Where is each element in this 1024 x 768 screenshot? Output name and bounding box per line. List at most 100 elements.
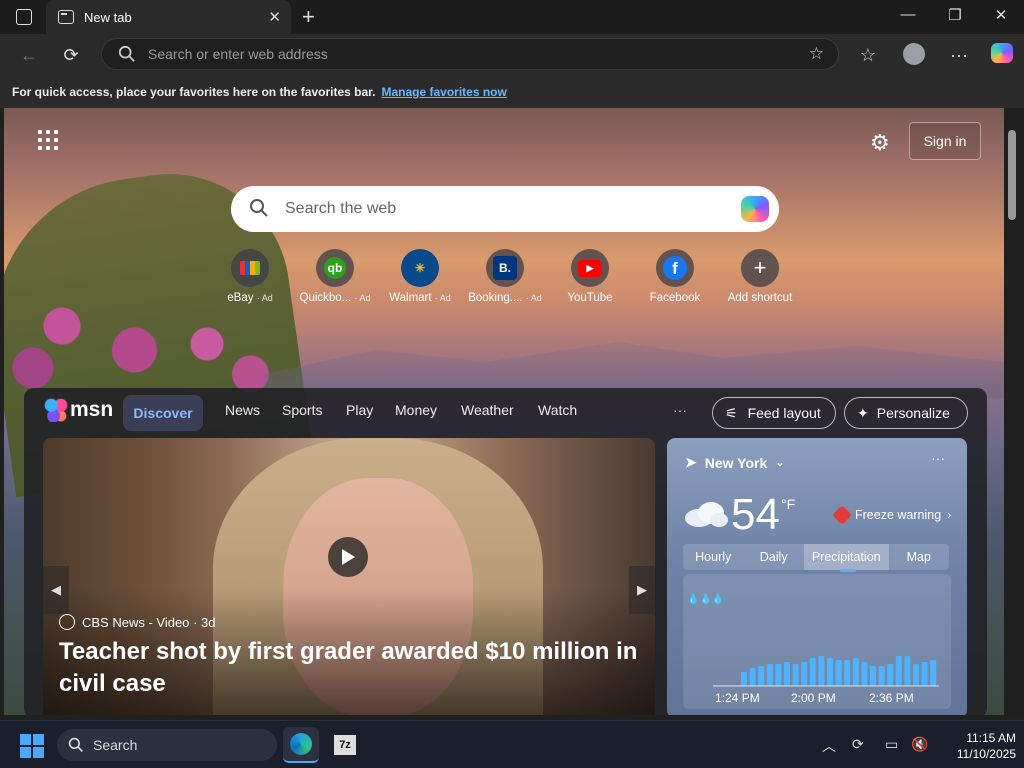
tab-discover[interactable]: Discover	[123, 395, 203, 431]
precip-bar	[758, 666, 765, 686]
favorites-icon[interactable]: ☆	[855, 43, 881, 67]
location-arrow-icon: ➤	[685, 454, 697, 470]
time-label: 1:24 PM	[715, 691, 760, 705]
cloud-icon	[685, 502, 728, 527]
back-icon[interactable]: ←	[16, 43, 42, 67]
booking-icon: B.	[486, 249, 524, 287]
edge-taskbar-icon[interactable]	[283, 727, 319, 763]
copilot-icon[interactable]	[741, 196, 769, 222]
precip-bar	[921, 662, 928, 686]
chevron-right-icon: ›	[947, 508, 952, 522]
tab-new-tab[interactable]: New tab ✕	[46, 0, 291, 34]
tab-actions-icon[interactable]	[16, 9, 32, 25]
shortcut-facebook[interactable]: f Facebook	[635, 249, 715, 304]
tab-watch[interactable]: Watch	[538, 402, 577, 418]
news-headline[interactable]: Teacher shot by first grader awarded $10…	[59, 636, 639, 700]
tab-weather[interactable]: Weather	[461, 402, 514, 418]
shortcut-youtube[interactable]: ▶ YouTube	[550, 249, 630, 304]
precip-bar	[766, 664, 773, 686]
favorite-star-icon[interactable]: ☆	[809, 44, 824, 64]
carousel-prev-icon[interactable]: ◀	[43, 566, 69, 614]
shortcut-walmart[interactable]: ✳ Walmart · Ad	[380, 249, 460, 304]
precip-bar	[930, 660, 937, 686]
apps-launcher-icon[interactable]	[38, 130, 58, 150]
profile-avatar-icon[interactable]	[901, 43, 927, 67]
search-icon	[118, 45, 135, 62]
tab-money[interactable]: Money	[395, 402, 437, 418]
svg-text:💧💧💧: 💧💧💧	[687, 592, 724, 605]
youtube-icon: ▶	[571, 249, 609, 287]
sync-icon[interactable]: ⟳	[852, 736, 864, 753]
shortcut-booking[interactable]: B. Booking.... · Ad	[465, 249, 545, 304]
close-window-icon[interactable]: ✕	[986, 6, 1016, 24]
restore-icon[interactable]: ❐	[940, 6, 970, 24]
address-bar[interactable]: Search or enter web address ☆	[101, 38, 839, 70]
7zip-taskbar-icon[interactable]: 7z	[327, 727, 363, 763]
volume-muted-icon[interactable]: 🔇	[911, 736, 928, 753]
favorites-bar-text: For quick access, place your favorites h…	[12, 85, 376, 99]
title-bar: New tab ✕ + — ❐ ✕	[0, 0, 1024, 34]
precip-bar	[878, 666, 885, 686]
shortcut-ebay[interactable]: eBay · Ad	[210, 249, 290, 304]
more-tabs-icon[interactable]: ···	[673, 402, 687, 418]
feed-layout-button[interactable]: ⚟ Feed layout	[712, 397, 836, 429]
background-ridge	[264, 342, 1004, 398]
minimize-icon[interactable]: —	[893, 6, 923, 23]
tab-sports[interactable]: Sports	[282, 402, 322, 418]
precip-bar	[904, 656, 911, 686]
precip-bar	[895, 656, 902, 686]
refresh-icon[interactable]: ⟳	[58, 43, 84, 67]
chevron-up-icon[interactable]: ︿	[822, 736, 836, 756]
hero-news-card[interactable]: ◀ ▶ CBS News - Video · 3d Teacher shot b…	[43, 438, 655, 715]
precipitation-chart: 💧💧💧 1:24 PM 2:00 PM 2:36 PM	[683, 574, 951, 709]
tab-daily[interactable]: Daily	[743, 544, 803, 570]
windows-start-icon[interactable]	[20, 734, 44, 758]
network-icon[interactable]: ▭	[885, 736, 898, 753]
weather-location[interactable]: ➤ New York ⌄	[685, 454, 784, 471]
tab-play[interactable]: Play	[346, 402, 373, 418]
clock[interactable]: 11:15 AM 11/10/2025	[936, 730, 1016, 762]
personalize-button[interactable]: ✦ Personalize	[844, 397, 968, 429]
precip-bar	[844, 660, 851, 686]
temperature-unit: °F	[781, 496, 796, 512]
tab-map[interactable]: Map	[889, 544, 949, 570]
tab-news[interactable]: News	[225, 402, 260, 418]
carousel-next-icon[interactable]: ▶	[629, 566, 655, 614]
chevron-down-icon: ⌄	[775, 457, 785, 469]
windows-taskbar: Search 7z ︿ ⟳ ▭ 🔇 11:15 AM 11/10/2025	[0, 720, 1024, 768]
copilot-icon[interactable]	[989, 43, 1015, 67]
msn-butterfly-icon	[44, 398, 68, 422]
weather-more-icon[interactable]: ···	[931, 450, 945, 466]
new-tab-icon[interactable]: +	[302, 4, 315, 30]
precip-bar	[784, 662, 790, 686]
tab-precipitation[interactable]: Precipitation	[803, 544, 889, 572]
tab-title: New tab	[84, 9, 132, 25]
precip-bar	[835, 660, 842, 686]
sign-in-button[interactable]: Sign in	[909, 122, 981, 160]
precip-bar	[749, 668, 756, 686]
play-icon[interactable]	[328, 537, 368, 577]
precip-bar	[792, 664, 799, 686]
tab-hourly[interactable]: Hourly	[683, 544, 743, 570]
walmart-icon: ✳	[401, 249, 439, 287]
search-icon	[250, 199, 268, 217]
precipitation-chart-svg: 💧💧💧 1:24 PM 2:00 PM 2:36 PM	[687, 592, 939, 705]
msn-logo[interactable]: msn	[44, 398, 113, 422]
time-label: 2:36 PM	[869, 691, 914, 705]
precip-bar	[887, 664, 894, 686]
precip-bar	[801, 662, 808, 686]
scrollbar-thumb[interactable]	[1008, 130, 1016, 220]
news-source: CBS News - Video · 3d	[59, 614, 215, 630]
manage-favorites-link[interactable]: Manage favorites now	[381, 85, 506, 99]
settings-gear-icon[interactable]: ⚙	[870, 130, 890, 156]
web-search-box[interactable]: Search the web	[231, 186, 779, 232]
weather-card[interactable]: ➤ New York ⌄ ··· 54 °F Freeze warning › Hou…	[667, 438, 967, 715]
more-menu-icon[interactable]: ···	[946, 43, 972, 67]
shortcut-add[interactable]: + Add shortcut	[720, 249, 800, 304]
address-placeholder: Search or enter web address	[148, 46, 328, 62]
facebook-icon: f	[656, 249, 694, 287]
shortcut-quickbooks[interactable]: qb Quickbo... · Ad	[295, 249, 375, 304]
close-tab-icon[interactable]: ✕	[268, 8, 281, 26]
taskbar-search[interactable]: Search	[57, 729, 277, 761]
freeze-warning-link[interactable]: Freeze warning ›	[832, 505, 952, 525]
